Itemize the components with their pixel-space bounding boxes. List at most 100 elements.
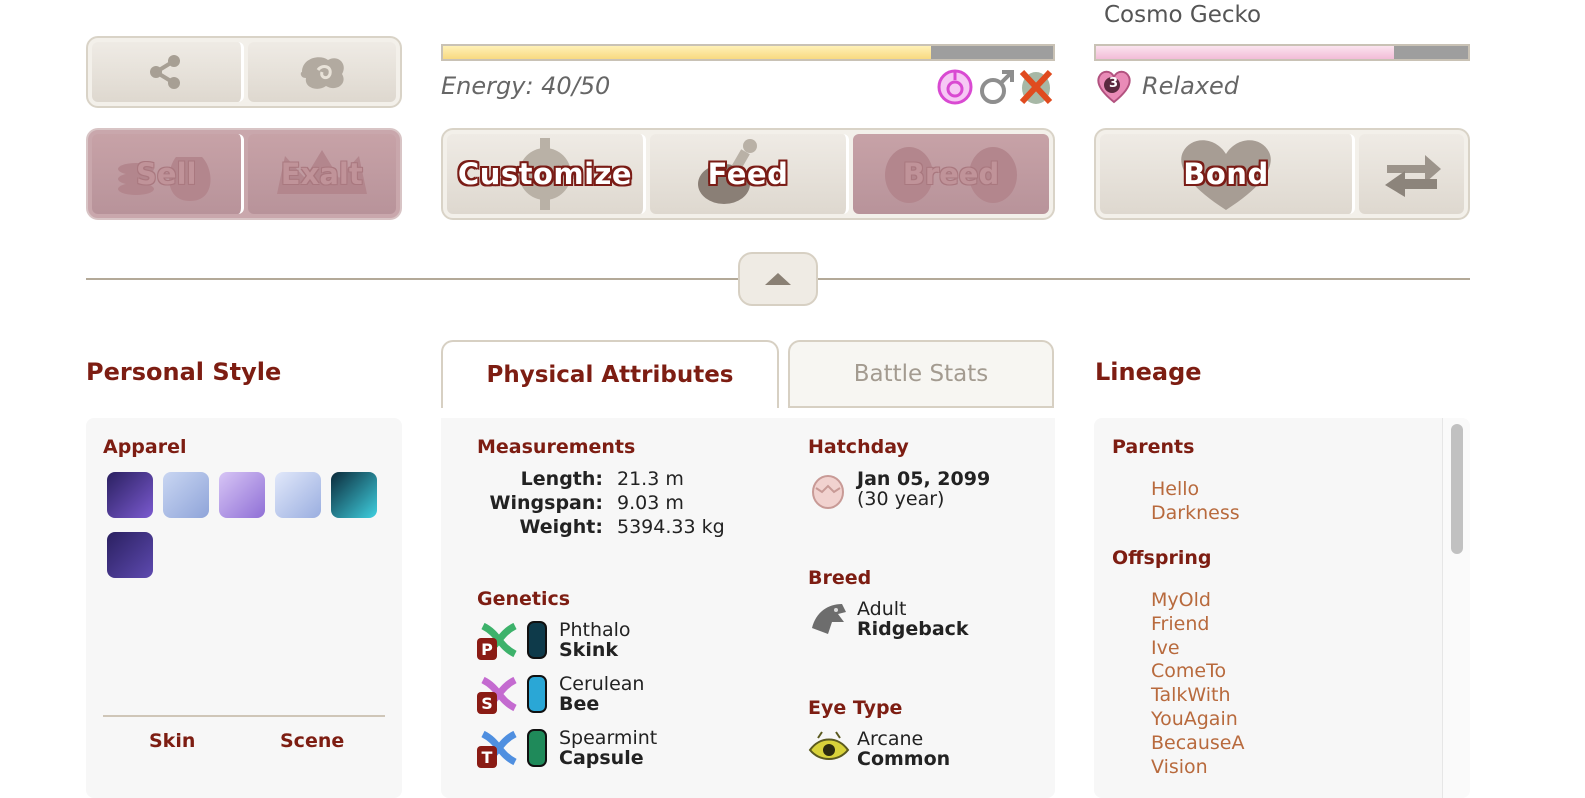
wingspan-row: Wingspan: 9.03 m bbox=[475, 492, 684, 514]
exalt-button[interactable]: Exalt bbox=[247, 134, 396, 214]
apparel-item[interactable] bbox=[331, 472, 377, 518]
swap-arrows-icon bbox=[1384, 155, 1441, 197]
weight-value: 5394.33 kg bbox=[617, 516, 725, 538]
offspring-link[interactable]: Vision bbox=[1151, 756, 1244, 780]
share-icon bbox=[150, 55, 181, 89]
bond-group: Bond bbox=[1094, 128, 1470, 220]
offspring-list: MyOld Friend Ive ComeTo TalkWith YouAgai… bbox=[1151, 589, 1244, 779]
offspring-link[interactable]: YouAgain bbox=[1151, 708, 1244, 732]
apparel-title: Apparel bbox=[103, 436, 187, 458]
tab-physical-label: Physical Attributes bbox=[486, 362, 734, 388]
apparel-item[interactable] bbox=[107, 472, 153, 518]
primary-gene-icon: P bbox=[477, 622, 517, 660]
breed-dragon-icon bbox=[812, 604, 846, 634]
dragon-name: Cosmo Gecko bbox=[1104, 2, 1262, 28]
parent-link[interactable]: Hello bbox=[1151, 478, 1240, 502]
feed-label: Feed bbox=[707, 157, 789, 191]
main-actions-group: Customize Feed Breed bbox=[441, 128, 1055, 220]
tertiary-gene-letter: T bbox=[482, 748, 493, 767]
primary-gene-text: Phthalo Skink bbox=[559, 620, 631, 660]
tertiary-gene-name: Capsule bbox=[559, 747, 644, 769]
tertiary-gene-icon: T bbox=[477, 730, 517, 768]
tertiary-color-swatch bbox=[527, 729, 547, 767]
male-gender-icon bbox=[980, 70, 1014, 104]
skin-link[interactable]: Skin bbox=[149, 730, 195, 752]
energy-bar-fill bbox=[443, 46, 931, 59]
apparel-item[interactable] bbox=[219, 472, 265, 518]
apparel-grid bbox=[107, 472, 397, 582]
customize-button[interactable]: Customize bbox=[447, 134, 646, 214]
eye-type-name: Arcane bbox=[857, 728, 924, 750]
personal-style-title: Personal Style bbox=[86, 358, 282, 386]
bond-button[interactable]: Bond bbox=[1100, 134, 1355, 214]
bond-label: Bond bbox=[1183, 157, 1269, 191]
secondary-color-swatch bbox=[527, 675, 547, 713]
eye-type-title: Eye Type bbox=[808, 697, 903, 719]
collapse-toggle-button[interactable] bbox=[738, 252, 818, 306]
wingspan-value: 9.03 m bbox=[617, 492, 684, 514]
secondary-gene-text: Cerulean Bee bbox=[559, 674, 644, 714]
feed-button[interactable]: Feed bbox=[650, 134, 849, 214]
secondary-gene-row[interactable]: S Cerulean Bee bbox=[477, 674, 644, 714]
secondary-gene-letter: S bbox=[481, 694, 493, 713]
offspring-link[interactable]: Ive bbox=[1151, 637, 1244, 661]
apparel-item[interactable] bbox=[275, 472, 321, 518]
primary-color-name: Phthalo bbox=[559, 619, 631, 641]
tab-battle-stats[interactable]: Battle Stats bbox=[788, 340, 1054, 408]
gene-button[interactable] bbox=[247, 42, 396, 102]
offspring-link[interactable]: Friend bbox=[1151, 613, 1244, 637]
lineage-panel: Parents Hello Darkness Offspring MyOld F… bbox=[1094, 418, 1470, 798]
hatchday-age: (30 year) bbox=[857, 488, 945, 510]
breed-title: Breed bbox=[808, 567, 872, 589]
offspring-link[interactable]: BecauseA bbox=[1151, 732, 1244, 756]
share-button[interactable] bbox=[92, 42, 244, 102]
breed-label: Breed bbox=[902, 157, 1000, 191]
sell-button[interactable]: Sell bbox=[92, 134, 244, 214]
energy-bar bbox=[441, 44, 1055, 61]
secondary-gene-name: Bee bbox=[559, 693, 600, 715]
hatchday-egg-icon bbox=[812, 475, 844, 509]
breed-button[interactable]: Breed bbox=[853, 134, 1049, 214]
tertiary-gene-row[interactable]: T Spearmint Capsule bbox=[477, 728, 657, 768]
apparel-item[interactable] bbox=[163, 472, 209, 518]
apparel-item[interactable] bbox=[107, 532, 153, 578]
secondary-gene-icon: S bbox=[477, 676, 517, 714]
parents-list: Hello Darkness bbox=[1151, 478, 1240, 526]
gene-swirl-icon bbox=[300, 57, 344, 89]
hatchday-title: Hatchday bbox=[808, 436, 909, 458]
chevron-up-icon bbox=[765, 273, 791, 285]
offspring-link[interactable]: ComeTo bbox=[1151, 660, 1244, 684]
sell-exalt-group: Sell Exalt bbox=[86, 128, 402, 220]
mood-bar-fill bbox=[1096, 46, 1394, 59]
scene-link[interactable]: Scene bbox=[280, 730, 344, 752]
tab-physical-attributes[interactable]: Physical Attributes bbox=[441, 340, 779, 408]
length-label: Length: bbox=[520, 468, 603, 490]
tab-battle-label: Battle Stats bbox=[853, 361, 989, 387]
customize-label: Customize bbox=[457, 157, 633, 191]
offspring-link[interactable]: TalkWith bbox=[1151, 684, 1244, 708]
tertiary-color-name: Spearmint bbox=[559, 727, 658, 749]
primary-gene-row[interactable]: P Phthalo Skink bbox=[477, 620, 631, 660]
breed-age: Adult bbox=[857, 598, 907, 620]
apparel-divider bbox=[103, 715, 385, 717]
mood-bar bbox=[1094, 44, 1470, 61]
offspring-link[interactable]: MyOld bbox=[1151, 589, 1244, 613]
primary-color-swatch bbox=[527, 621, 547, 659]
wingspan-label: Wingspan: bbox=[489, 492, 603, 514]
bond-level: 3 bbox=[1109, 76, 1119, 91]
length-row: Length: 21.3 m bbox=[475, 468, 684, 490]
weight-row: Weight: 5394.33 kg bbox=[475, 516, 725, 538]
exalt-label: Exalt bbox=[280, 157, 363, 191]
lineage-title: Lineage bbox=[1095, 358, 1202, 386]
weight-label: Weight: bbox=[519, 516, 604, 538]
breed-name: Ridgeback bbox=[857, 618, 969, 640]
eye-type-icon bbox=[808, 731, 850, 760]
personal-style-panel: Apparel Skin Scene bbox=[86, 418, 402, 798]
hatchday-date: Jan 05, 2099 bbox=[857, 468, 991, 490]
parent-link[interactable]: Darkness bbox=[1151, 502, 1240, 526]
lineage-scrollbar-thumb[interactable] bbox=[1451, 424, 1463, 554]
lineage-scrollbar[interactable] bbox=[1442, 418, 1470, 798]
swap-button[interactable] bbox=[1359, 134, 1464, 214]
secondary-color-name: Cerulean bbox=[559, 673, 645, 695]
physical-attributes-panel: Measurements Length: 21.3 m Wingspan: 9.03… bbox=[441, 418, 1055, 798]
